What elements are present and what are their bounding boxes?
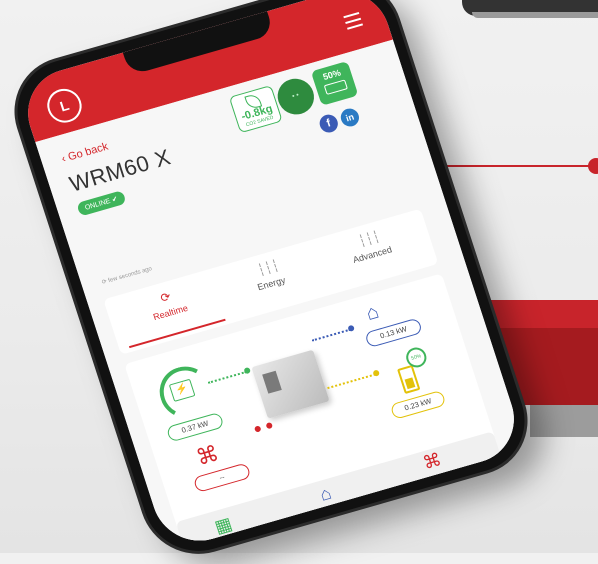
house-icon: ⌂ — [363, 300, 382, 325]
power-pylon-icon: ⌘ — [193, 440, 222, 471]
laptop-base — [472, 12, 598, 18]
pv-energy-pill: 0.8 kWh — [206, 536, 268, 552]
brand-logo[interactable]: L — [42, 84, 87, 127]
tab-realtime[interactable]: ⟳ Realtime — [115, 277, 220, 331]
pv-flow-dots — [207, 370, 247, 384]
hamburger-menu-icon[interactable] — [343, 11, 364, 34]
decor-red-dot — [588, 158, 598, 174]
last-updated-text: few seconds ago — [107, 266, 153, 285]
house-energy-pill: 0.57 kWh — [305, 504, 373, 538]
grid-flow-left-arrow — [253, 425, 262, 433]
power-pylon-icon: ⌘ — [420, 449, 444, 474]
house-flow-dots — [311, 328, 351, 342]
tab-realtime-label: Realtime — [151, 302, 190, 323]
phone-screen: L ‹ Go back WRM60 X ONLINE ✔ -0.8kg CO2 … — [16, 0, 526, 552]
house-icon: ⌂ — [317, 482, 334, 505]
refresh-icon: ⟳ — [158, 289, 173, 306]
inverter-image — [251, 349, 330, 419]
facebook-icon[interactable]: f — [317, 112, 341, 135]
solar-panel-icon: ▦ — [212, 513, 235, 538]
battery-flow-arrow — [372, 369, 381, 377]
go-back-label: Go back — [66, 140, 110, 164]
last-updated: ⟳ few seconds ago — [101, 266, 153, 287]
pv-flow-arrow — [243, 366, 252, 375]
tab-advanced-label: Advanced — [351, 244, 394, 265]
smartphone: L ‹ Go back WRM60 X ONLINE ✔ -0.8kg CO2 … — [3, 0, 539, 564]
tab-advanced[interactable]: ┆┆┆ Advanced — [317, 219, 422, 273]
bar-chart-icon: ┆┆┆ — [356, 229, 382, 249]
battery-icon — [323, 79, 348, 95]
co2-saved-card: -0.8kg CO2 SAVED — [228, 84, 283, 134]
linkedin-icon[interactable]: in — [338, 106, 362, 129]
battery-card: 50% — [310, 61, 359, 106]
battery-flow-dots — [327, 373, 376, 390]
house-flow-arrow — [347, 324, 355, 333]
grid-flow-right-arrow — [265, 421, 274, 430]
battery-power-pill: 0.23 kW — [389, 389, 447, 420]
tab-energy-label: Energy — [256, 274, 287, 293]
battery-storage-icon — [397, 364, 421, 395]
decor-grey-band — [530, 405, 598, 437]
bar-chart-icon: ┆┆┆ — [255, 258, 281, 278]
grid-energy-pill: 0.0 kWh — [412, 472, 476, 505]
tab-energy[interactable]: ┆┆┆ Energy — [216, 248, 321, 302]
